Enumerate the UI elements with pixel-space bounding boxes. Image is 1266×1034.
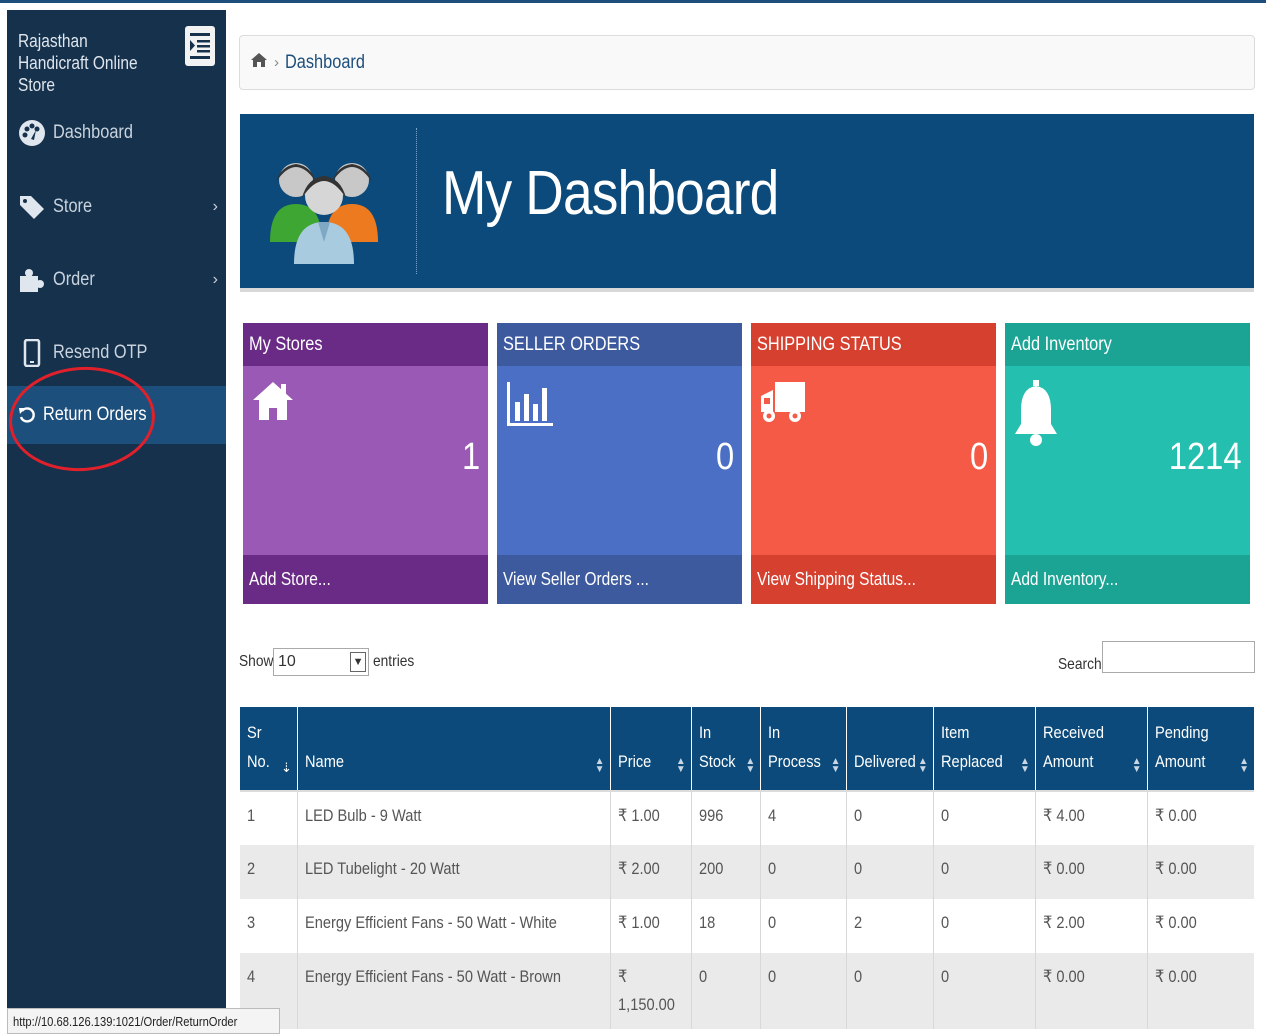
tile-title: SELLER ORDERS bbox=[503, 333, 641, 355]
table-header-row: Sr No. ⇣ Name ▲ ▼ Price ▲ ▼ In Stock ▲ ▼ In Proces… bbox=[240, 707, 1254, 791]
search-input[interactable] bbox=[1102, 641, 1255, 673]
menu-toggle-icon bbox=[190, 33, 210, 59]
brand-name[interactable]: Rajasthan Handicraft Online Store bbox=[18, 30, 147, 96]
tile-title: Add Inventory bbox=[1011, 333, 1112, 355]
sidebar-item-label: Store bbox=[53, 196, 93, 217]
tile-footer-label: View Shipping Status... bbox=[757, 569, 916, 589]
tile-footer-label: Add Store... bbox=[249, 569, 331, 589]
tile-count: 1 bbox=[461, 436, 480, 478]
breadcrumb: › Dashboard bbox=[239, 35, 1255, 90]
add-store-link[interactable]: Add Store... bbox=[243, 555, 488, 604]
sort-icon: ▲ ▼ bbox=[675, 756, 686, 775]
show-label: Show bbox=[239, 653, 274, 670]
top-accent-line bbox=[0, 0, 1266, 3]
home-icon[interactable] bbox=[250, 52, 268, 74]
sort-asc-icon: ⇣ bbox=[281, 760, 292, 775]
search-label: Search: bbox=[1058, 656, 1106, 673]
sort-icon: ▲ ▼ bbox=[830, 756, 841, 775]
sidebar-item-store[interactable]: Store › bbox=[7, 178, 226, 236]
tile-footer-label: Add Inventory... bbox=[1011, 569, 1119, 589]
tile-add-inventory: Add Inventory 1214 Add Inventory... bbox=[1005, 323, 1250, 604]
column-header-pending-amount[interactable]: Pending Amount ▲ ▼ bbox=[1146, 707, 1254, 791]
chevron-right-icon: › bbox=[212, 198, 218, 215]
column-header-price[interactable]: Price ▲ ▼ bbox=[609, 707, 692, 791]
tile-title: SHIPPING STATUS bbox=[757, 333, 902, 355]
breadcrumb-separator-icon: › bbox=[274, 54, 279, 71]
column-header-in-process[interactable]: In Process ▲ ▼ bbox=[760, 707, 847, 791]
chevron-right-icon: › bbox=[212, 271, 218, 288]
truck-icon bbox=[759, 380, 807, 431]
column-header-item-replaced[interactable]: Item Replaced ▲ ▼ bbox=[932, 707, 1036, 791]
column-header-name[interactable]: Name ▲ ▼ bbox=[296, 707, 611, 791]
sidebar: Rajasthan Handicraft Online Store Dashbo… bbox=[7, 10, 226, 1034]
banner-divider bbox=[416, 128, 417, 274]
table-row: 2 LED Tubelight - 20 Watt ₹ 2.00 200 0 0… bbox=[240, 845, 1254, 899]
chevron-down-icon: ▼ bbox=[350, 652, 367, 672]
sidebar-item-order[interactable]: Order › bbox=[7, 251, 226, 309]
column-header-sr-no[interactable]: Sr No. ⇣ bbox=[240, 707, 298, 791]
sort-icon: ▲ ▼ bbox=[594, 756, 605, 775]
users-group-icon bbox=[266, 142, 382, 271]
dashboard-banner: My Dashboard bbox=[240, 114, 1254, 288]
table-row: 4 Energy Efficient Fans - 50 Watt - Brow… bbox=[240, 953, 1254, 1029]
tile-seller-orders: SELLER ORDERS 0 View Seller Orders ... bbox=[497, 323, 742, 604]
tile-body: 0 bbox=[497, 366, 742, 555]
banner-shadow bbox=[240, 288, 1254, 292]
tile-count: 1214 bbox=[1169, 436, 1242, 478]
sort-icon: ▲ ▼ bbox=[1019, 756, 1030, 775]
tile-count: 0 bbox=[969, 436, 988, 478]
sidebar-toggle-button[interactable] bbox=[185, 26, 215, 66]
column-header-received-amount[interactable]: Received Amount ▲ ▼ bbox=[1034, 707, 1148, 791]
tile-footer-label: View Seller Orders ... bbox=[503, 569, 649, 589]
sort-icon: ▲ ▼ bbox=[745, 756, 756, 775]
sort-icon: ▲ ▼ bbox=[1131, 756, 1142, 775]
page-size-value: 10 bbox=[278, 653, 296, 670]
sidebar-item-dashboard[interactable]: Dashboard bbox=[7, 104, 226, 162]
dashboard-icon bbox=[17, 118, 47, 148]
tile-my-stores: My Stores 1 Add Store... bbox=[243, 323, 488, 604]
tile-shipping-status: SHIPPING STATUS 0 View Shipping Status..… bbox=[751, 323, 996, 604]
tile-body: 1214 bbox=[1005, 366, 1250, 555]
sidebar-item-label: Dashboard bbox=[53, 122, 133, 143]
sort-icon: ▲ ▼ bbox=[917, 756, 928, 775]
sidebar-item-label: Resend OTP bbox=[53, 342, 148, 363]
view-shipping-status-link[interactable]: View Shipping Status... bbox=[751, 555, 996, 604]
breadcrumb-current[interactable]: Dashboard bbox=[285, 52, 365, 74]
add-inventory-link[interactable]: Add Inventory... bbox=[1005, 555, 1250, 604]
sidebar-item-label: Order bbox=[53, 269, 95, 290]
tile-header: SELLER ORDERS bbox=[497, 323, 742, 366]
tile-body: 1 bbox=[243, 366, 488, 555]
status-url: http://10.68.126.139:1021/Order/ReturnOr… bbox=[13, 1013, 238, 1029]
tile-body: 0 bbox=[751, 366, 996, 555]
tile-header: Add Inventory bbox=[1005, 323, 1250, 366]
bar-chart-icon bbox=[505, 380, 555, 433]
column-header-delivered[interactable]: Delivered ▲ ▼ bbox=[845, 707, 934, 791]
table-row: 1 LED Bulb - 9 Watt ₹ 1.00 996 4 0 0 ₹ 4… bbox=[240, 790, 1254, 845]
column-header-in-stock[interactable]: In Stock ▲ ▼ bbox=[690, 707, 761, 791]
bell-icon bbox=[1013, 380, 1059, 453]
inventory-table: Sr No. ⇣ Name ▲ ▼ Price ▲ ▼ In Stock ▲ ▼ In Proces… bbox=[240, 707, 1254, 1029]
page-size-select[interactable]: 10 ▼ bbox=[273, 648, 370, 676]
tag-icon bbox=[17, 192, 47, 222]
entries-label: entries bbox=[373, 653, 415, 670]
sort-icon: ▲ ▼ bbox=[1239, 756, 1249, 775]
tile-count: 0 bbox=[715, 436, 734, 478]
browser-status-bar: http://10.68.126.139:1021/Order/ReturnOr… bbox=[7, 1008, 280, 1034]
tile-header: SHIPPING STATUS bbox=[751, 323, 996, 366]
page-size-control: Show 10 ▼ entries bbox=[239, 648, 421, 676]
table-row: 3 Energy Efficient Fans - 50 Watt - Whit… bbox=[240, 899, 1254, 953]
view-seller-orders-link[interactable]: View Seller Orders ... bbox=[497, 555, 742, 604]
tile-header: My Stores bbox=[243, 323, 488, 366]
puzzle-icon bbox=[17, 265, 47, 295]
mobile-icon bbox=[17, 338, 47, 368]
tile-title: My Stores bbox=[249, 333, 323, 355]
page-title: My Dashboard bbox=[442, 159, 779, 228]
home-icon bbox=[251, 380, 295, 427]
